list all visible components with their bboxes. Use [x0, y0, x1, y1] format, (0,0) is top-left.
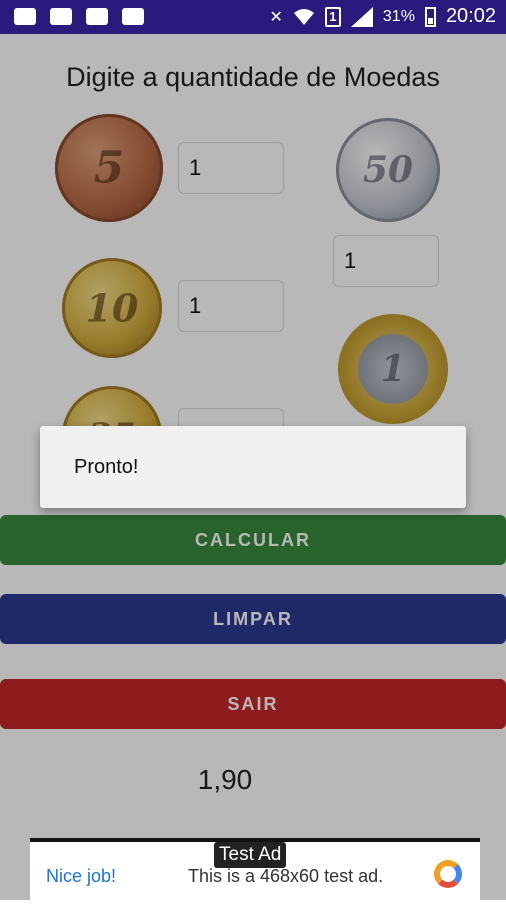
battery-icon — [424, 6, 436, 27]
ad-description: This is a 468x60 test ad. — [188, 866, 384, 886]
youtube-icon — [50, 8, 72, 25]
signal-icon — [350, 6, 373, 27]
wifi-icon — [293, 8, 314, 25]
ad-cta[interactable]: Nice job! — [46, 866, 116, 887]
message-dialog: Pronto! — [40, 426, 466, 508]
image-icon — [14, 8, 36, 25]
battery-percent: 31% — [382, 7, 415, 25]
notification-icons — [14, 8, 144, 25]
mail-icon — [122, 8, 144, 25]
system-icons: ✕ 1 31% 20:02 — [270, 5, 497, 28]
clock: 20:02 — [445, 5, 496, 27]
ad-logo-icon — [434, 860, 462, 888]
sim-indicator: 1 — [324, 6, 341, 27]
test-ad-badge: Test Ad — [214, 842, 287, 868]
dialog-message: Pronto! — [74, 456, 139, 478]
mute-icon: ✕ — [269, 8, 283, 26]
status-bar: ✕ 1 31% 20:02 — [0, 0, 506, 34]
voicemail-icon — [86, 8, 108, 25]
